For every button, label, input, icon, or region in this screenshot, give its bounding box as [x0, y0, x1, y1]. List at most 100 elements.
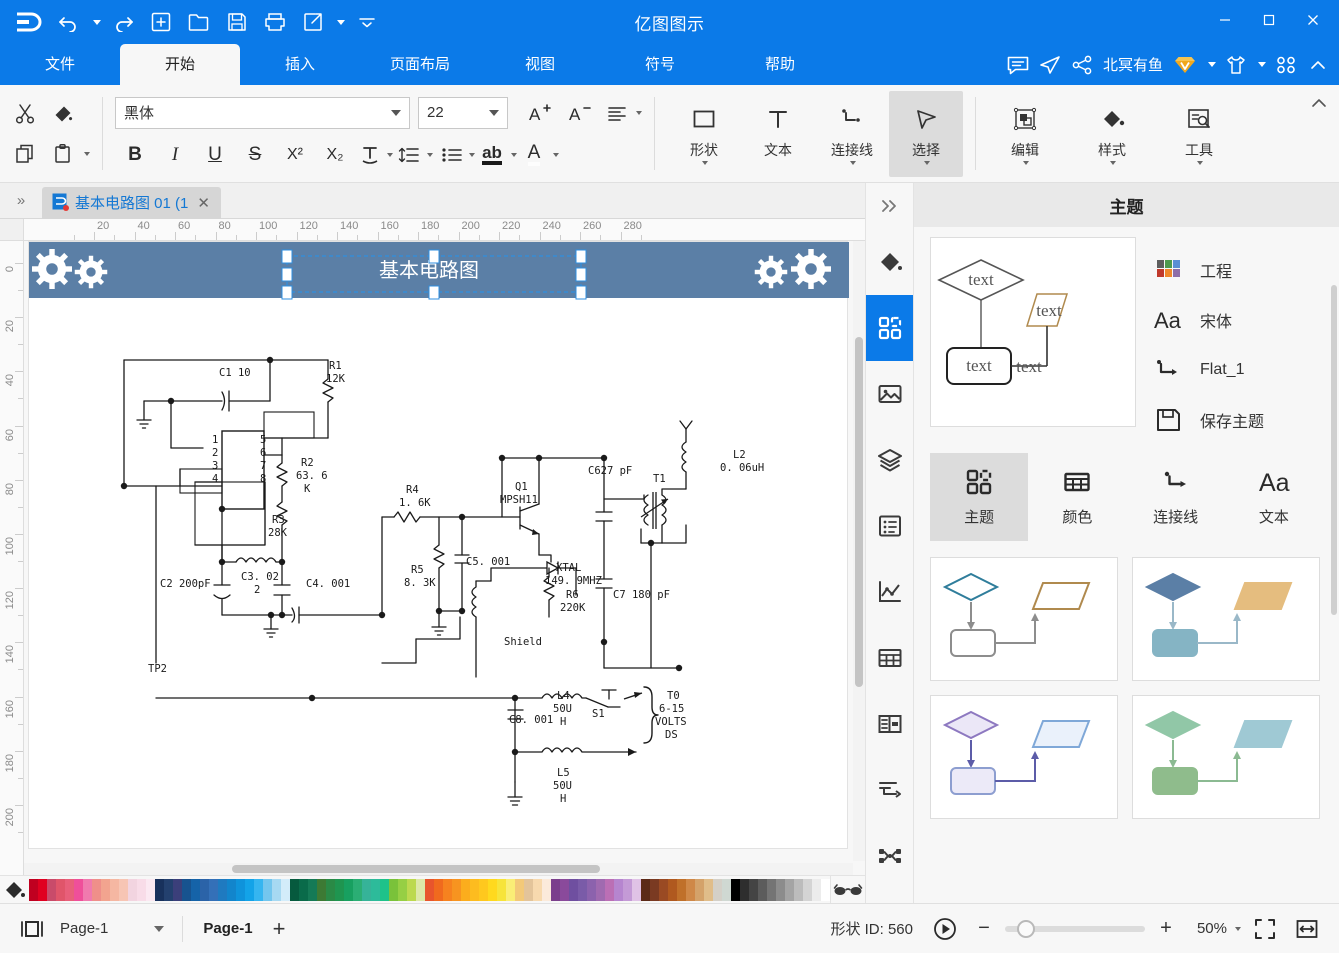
vip-diamond-icon[interactable] [1169, 48, 1201, 82]
color-swatch[interactable] [289, 878, 299, 901]
theme-font-attr[interactable]: Aa 宋体 [1152, 303, 1323, 337]
color-swatch[interactable] [136, 878, 146, 901]
underline-button[interactable]: U [195, 135, 235, 175]
select-tool[interactable]: 选择 [889, 90, 963, 177]
rail-theme-icon[interactable] [865, 295, 914, 361]
color-swatch[interactable] [316, 878, 326, 901]
tab-color[interactable]: 颜色 [1028, 453, 1126, 541]
open-icon[interactable] [182, 5, 216, 39]
menu-file[interactable]: 文件 [0, 44, 120, 85]
close-icon[interactable]: ✕ [194, 194, 213, 212]
diagram-page[interactable]: 基本电路图 C1 10 R1 12K R2 63. 6 K R3 28K C2 200pF C3. … [28, 241, 849, 849]
chevron-up-icon[interactable] [1303, 48, 1333, 82]
color-swatch[interactable] [658, 878, 668, 901]
zoom-out-button[interactable]: − [969, 914, 999, 944]
color-swatch[interactable] [415, 878, 425, 901]
color-swatch[interactable] [73, 878, 83, 901]
color-swatch[interactable] [181, 878, 191, 901]
color-swatch[interactable] [325, 878, 335, 901]
bold-button[interactable]: B [115, 135, 155, 175]
color-swatch[interactable] [793, 878, 803, 901]
color-swatch[interactable] [64, 878, 74, 901]
color-swatch[interactable] [694, 878, 704, 901]
color-swatch[interactable] [577, 878, 587, 901]
align-dropdown-icon[interactable] [636, 110, 642, 115]
color-swatch[interactable] [433, 878, 443, 901]
color-swatch[interactable] [109, 878, 119, 901]
color-swatch[interactable] [442, 878, 452, 901]
page-view-icon[interactable] [14, 911, 50, 947]
select-tool-dropdown-icon[interactable] [924, 160, 930, 165]
color-swatch[interactable] [334, 878, 344, 901]
rail-layers-icon[interactable] [866, 427, 914, 493]
color-swatch[interactable] [460, 878, 470, 901]
rail-expand-icon[interactable] [866, 183, 914, 229]
theme-panel-scrollbar[interactable] [1331, 285, 1337, 845]
send-icon[interactable] [1035, 48, 1065, 82]
color-swatch[interactable] [604, 878, 614, 901]
color-swatch[interactable] [199, 878, 209, 901]
color-swatch[interactable] [478, 878, 488, 901]
color-swatch[interactable] [586, 878, 596, 901]
color-swatch[interactable] [532, 878, 542, 901]
color-swatch[interactable] [496, 878, 506, 901]
highlight-button[interactable]: ab [475, 135, 509, 175]
font-size-select[interactable]: 22 [418, 96, 508, 129]
menu-help[interactable]: 帮助 [720, 44, 840, 85]
connector-tool-dropdown-icon[interactable] [850, 160, 856, 165]
copy-icon[interactable] [6, 135, 44, 173]
color-swatch[interactable] [622, 878, 632, 901]
vertical-ruler[interactable]: 0 20 40 60 80 100 120 140 160 180 200 [0, 241, 24, 875]
print-icon[interactable] [258, 5, 292, 39]
color-swatch[interactable] [487, 878, 497, 901]
color-swatch[interactable] [172, 878, 182, 901]
subscript-button[interactable]: X₂ [315, 135, 355, 175]
fit-width-icon[interactable] [1289, 911, 1325, 947]
canvas-hscrollbar[interactable] [24, 863, 853, 875]
rail-image-icon[interactable] [866, 361, 914, 427]
theme-card-2[interactable] [1132, 557, 1320, 681]
new-icon[interactable] [144, 5, 178, 39]
paste-dropdown-icon[interactable] [84, 151, 90, 156]
color-swatch[interactable] [595, 878, 605, 901]
paste-icon[interactable] [44, 135, 82, 173]
play-icon[interactable] [927, 911, 963, 947]
color-swatch[interactable] [685, 878, 695, 901]
color-swatch[interactable] [100, 878, 110, 901]
color-swatch[interactable] [505, 878, 515, 901]
color-swatch[interactable] [406, 878, 416, 901]
export-icon[interactable] [296, 5, 330, 39]
color-swatch[interactable] [262, 878, 272, 901]
style-tool-dropdown-icon[interactable] [1110, 160, 1116, 165]
font-color-dropdown-icon[interactable] [553, 152, 559, 157]
zoom-in-button[interactable]: + [1151, 914, 1181, 944]
color-swatch[interactable] [91, 878, 101, 901]
color-swatch[interactable] [613, 878, 623, 901]
theme-card-4[interactable] [1132, 695, 1320, 819]
color-swatch[interactable] [352, 878, 362, 901]
save-icon[interactable] [220, 5, 254, 39]
color-swatch[interactable] [523, 878, 533, 901]
color-swatch[interactable] [55, 878, 65, 901]
save-theme-attr[interactable]: 保存主题 [1152, 403, 1323, 437]
export-dropdown-icon[interactable] [334, 5, 346, 39]
utility-tool-dropdown-icon[interactable] [1197, 160, 1203, 165]
menu-home[interactable]: 开始 [120, 44, 240, 85]
cut-icon[interactable] [6, 95, 44, 133]
format-painter-icon[interactable] [44, 95, 82, 133]
color-swatch[interactable] [244, 878, 254, 901]
color-swatch[interactable] [127, 878, 137, 901]
menu-view[interactable]: 视图 [480, 44, 600, 85]
tab-theme[interactable]: 主题 [930, 453, 1029, 541]
color-swatch[interactable] [730, 878, 740, 901]
color-swatch[interactable] [703, 878, 713, 901]
color-swatch[interactable] [82, 878, 92, 901]
shape-tool[interactable]: 形状 [667, 91, 741, 177]
color-swatch[interactable] [208, 878, 218, 901]
edit-tool[interactable]: 编辑 [988, 91, 1062, 177]
bullet-list-button[interactable] [437, 135, 467, 175]
canvas-vscroll-thumb[interactable] [855, 337, 863, 687]
font-color-button[interactable]: A [517, 135, 551, 175]
tab-text[interactable]: Aa 文本 [1225, 453, 1323, 541]
color-swatch[interactable] [739, 878, 749, 901]
